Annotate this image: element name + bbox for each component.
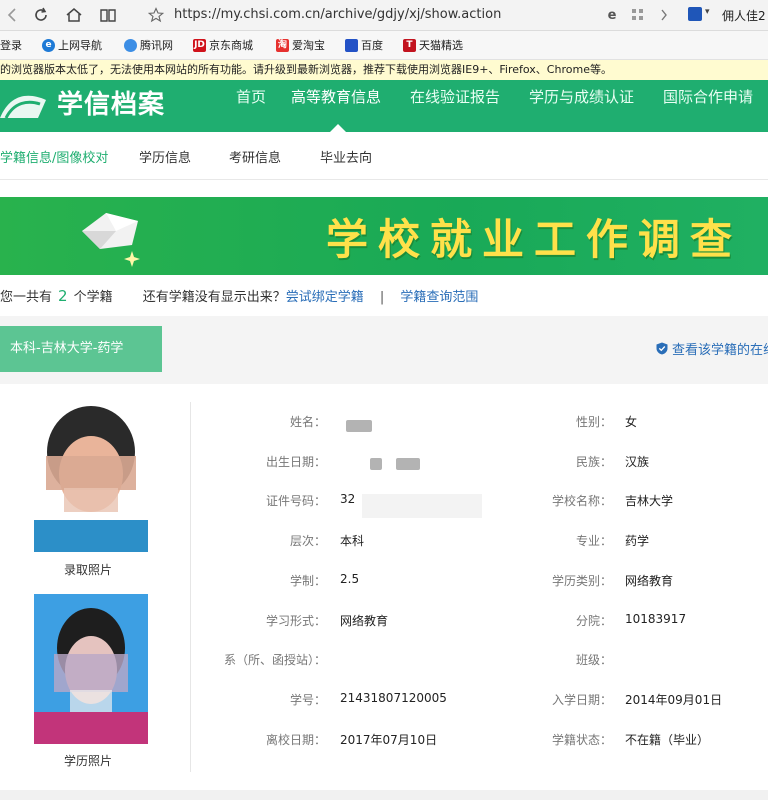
survey-banner[interactable]: 学校就业工作调查 xyxy=(0,197,768,275)
refresh-icon[interactable] xyxy=(29,3,53,27)
user-account-name[interactable]: 佣人佳2 xyxy=(722,7,766,24)
back-icon[interactable] xyxy=(0,3,24,27)
degree-photo-caption: 学历照片 xyxy=(64,754,113,768)
browser-toolbar: https://my.chsi.com.cn/archive/gdjy/xj/s… xyxy=(0,0,768,31)
tencent-icon xyxy=(124,38,137,52)
bookmark-item[interactable]: 腾讯网 xyxy=(124,37,173,53)
bookmark-item[interactable]: T 天猫精选 xyxy=(403,37,463,53)
bookmark-item[interactable]: e 上网导航 xyxy=(42,37,102,53)
field-label-name: 姓名： xyxy=(289,415,326,429)
verify-record-link[interactable]: 查看该学籍的在线 xyxy=(656,339,768,358)
reading-mode-icon[interactable] xyxy=(96,3,120,27)
banner-title: 学校就业工作调查 xyxy=(326,215,743,264)
bind-record-link[interactable]: 尝试绑定学籍 xyxy=(286,290,364,305)
field-label-id-number: 证件号码： xyxy=(265,494,326,508)
nav-online-verification[interactable]: 在线验证报告 xyxy=(410,86,500,107)
field-value-student-id: 21431807120005 xyxy=(340,691,447,705)
bookmark-star-icon[interactable] xyxy=(144,3,168,27)
baidu-paw-icon xyxy=(345,38,358,52)
paw-extension-icon[interactable] xyxy=(688,7,702,21)
tmall-icon: T xyxy=(403,38,416,52)
site-logo-text[interactable]: 学信档案 xyxy=(57,84,165,121)
field-value-enroll-date: 2014年09月01日 xyxy=(625,693,723,707)
nav-degree-certification[interactable]: 学历与成绩认证 xyxy=(529,86,634,107)
browser-warning-bar: 的浏览器版本太低了，无法使用本网站的所有功能。请升级到最新浏览器，推荐下载使用浏… xyxy=(0,60,768,81)
tab-enrollment-info[interactable]: 学籍信息/图像校对 xyxy=(0,147,108,166)
home-icon[interactable] xyxy=(62,3,86,27)
field-label-department: 系（所、函授站）： xyxy=(223,653,326,667)
footer-strip xyxy=(0,790,768,800)
nav-higher-education[interactable]: 高等教育信息 xyxy=(291,86,381,107)
tab-postgraduate-exam[interactable]: 考研信息 xyxy=(229,147,281,166)
field-label-class: 班级： xyxy=(575,653,612,667)
field-value-branch: 10183917 xyxy=(625,612,687,626)
bookmark-login[interactable]: 登录 xyxy=(0,37,22,53)
field-label-branch: 分院： xyxy=(575,614,612,628)
apps-grid-icon[interactable] xyxy=(626,3,650,27)
sub-navigation: 学籍信息/图像校对 学历信息 考研信息 毕业去向 xyxy=(0,133,768,180)
field-value-study-form: 网络教育 xyxy=(340,614,389,628)
field-label-major: 专业： xyxy=(575,534,612,548)
field-label-enroll-date: 入学日期： xyxy=(551,693,612,707)
redacted-birthdate xyxy=(370,458,382,470)
field-value-degree-type: 网络教育 xyxy=(625,574,674,588)
tab-graduation-destination[interactable]: 毕业去向 xyxy=(320,147,372,166)
active-nav-caret xyxy=(330,124,346,132)
ie-icon: e xyxy=(42,38,55,52)
redacted-id-number xyxy=(362,494,482,518)
field-value-school-name: 吉林大学 xyxy=(625,494,674,508)
field-label-ethnicity: 民族： xyxy=(575,455,612,469)
field-value-id-number: 32 xyxy=(340,492,356,506)
field-value-gender: 女 xyxy=(625,415,638,429)
address-bar[interactable]: https://my.chsi.com.cn/archive/gdjy/xj/s… xyxy=(174,7,501,22)
tab-degree-info[interactable]: 学历信息 xyxy=(139,147,191,166)
chevron-right-icon[interactable] xyxy=(652,3,676,27)
dropdown-caret-icon[interactable]: ▾ xyxy=(705,7,710,17)
redacted-name xyxy=(346,420,372,432)
admission-photo-caption: 录取照片 xyxy=(64,563,113,577)
field-label-student-id: 学号： xyxy=(289,693,326,707)
ie-mode-icon[interactable]: e xyxy=(600,3,624,27)
taobao-icon: 淘 xyxy=(276,38,289,52)
field-label-leave-date: 离校日期： xyxy=(265,733,326,747)
nav-home[interactable]: 首页 xyxy=(236,86,266,107)
bookmark-item[interactable]: JD 京东商城 xyxy=(193,37,253,53)
redacted-birthdate xyxy=(396,458,420,470)
field-value-status: 不在籍（毕业） xyxy=(625,733,710,747)
record-scope-link[interactable]: 学籍查询范围 xyxy=(400,290,478,305)
bookmark-item[interactable]: 淘 爱淘宝 xyxy=(276,37,325,53)
degree-photo xyxy=(34,594,148,744)
record-count-line: 您一共有 2 个学籍 还有学籍没有显示出来？尝试绑定学籍 | 学籍查询范围 xyxy=(0,287,479,305)
shield-check-icon xyxy=(656,342,668,355)
field-label-status: 学籍状态： xyxy=(551,733,612,747)
field-label-degree-type: 学历类别： xyxy=(551,574,612,588)
field-label-study-form: 学习形式： xyxy=(265,614,326,628)
vertical-divider xyxy=(190,402,191,772)
field-label-duration: 学制： xyxy=(289,574,326,588)
field-value-ethnicity: 汉族 xyxy=(625,455,650,469)
jd-icon: JD xyxy=(193,38,206,52)
field-label-gender: 性别： xyxy=(575,415,612,429)
field-value-leave-date: 2017年07月10日 xyxy=(340,733,438,747)
field-value-major: 药学 xyxy=(625,534,650,548)
chsi-logo-icon[interactable] xyxy=(0,88,50,126)
record-count: 2 xyxy=(58,287,68,305)
field-value-level: 本科 xyxy=(340,534,365,548)
field-label-birthdate: 出生日期： xyxy=(265,455,326,469)
bookmarks-bar: 登录 e 上网导航 腾讯网 JD 京东商城 淘 爱淘宝 百度 T 天猫精选 xyxy=(0,31,768,60)
bookmark-item[interactable]: 百度 xyxy=(345,37,383,53)
record-tab[interactable]: 本科-吉林大学-药学 xyxy=(0,326,162,372)
admission-photo xyxy=(34,402,148,552)
field-value-duration: 2.5 xyxy=(340,572,360,586)
field-label-level: 层次： xyxy=(289,534,326,548)
field-label-school-name: 学校名称： xyxy=(551,494,612,508)
nav-international[interactable]: 国际合作申请 xyxy=(663,86,753,107)
paper-plane-icon xyxy=(82,213,140,267)
site-header: 学信档案 首页 高等教育信息 在线验证报告 学历与成绩认证 国际合作申请 xyxy=(0,80,768,132)
